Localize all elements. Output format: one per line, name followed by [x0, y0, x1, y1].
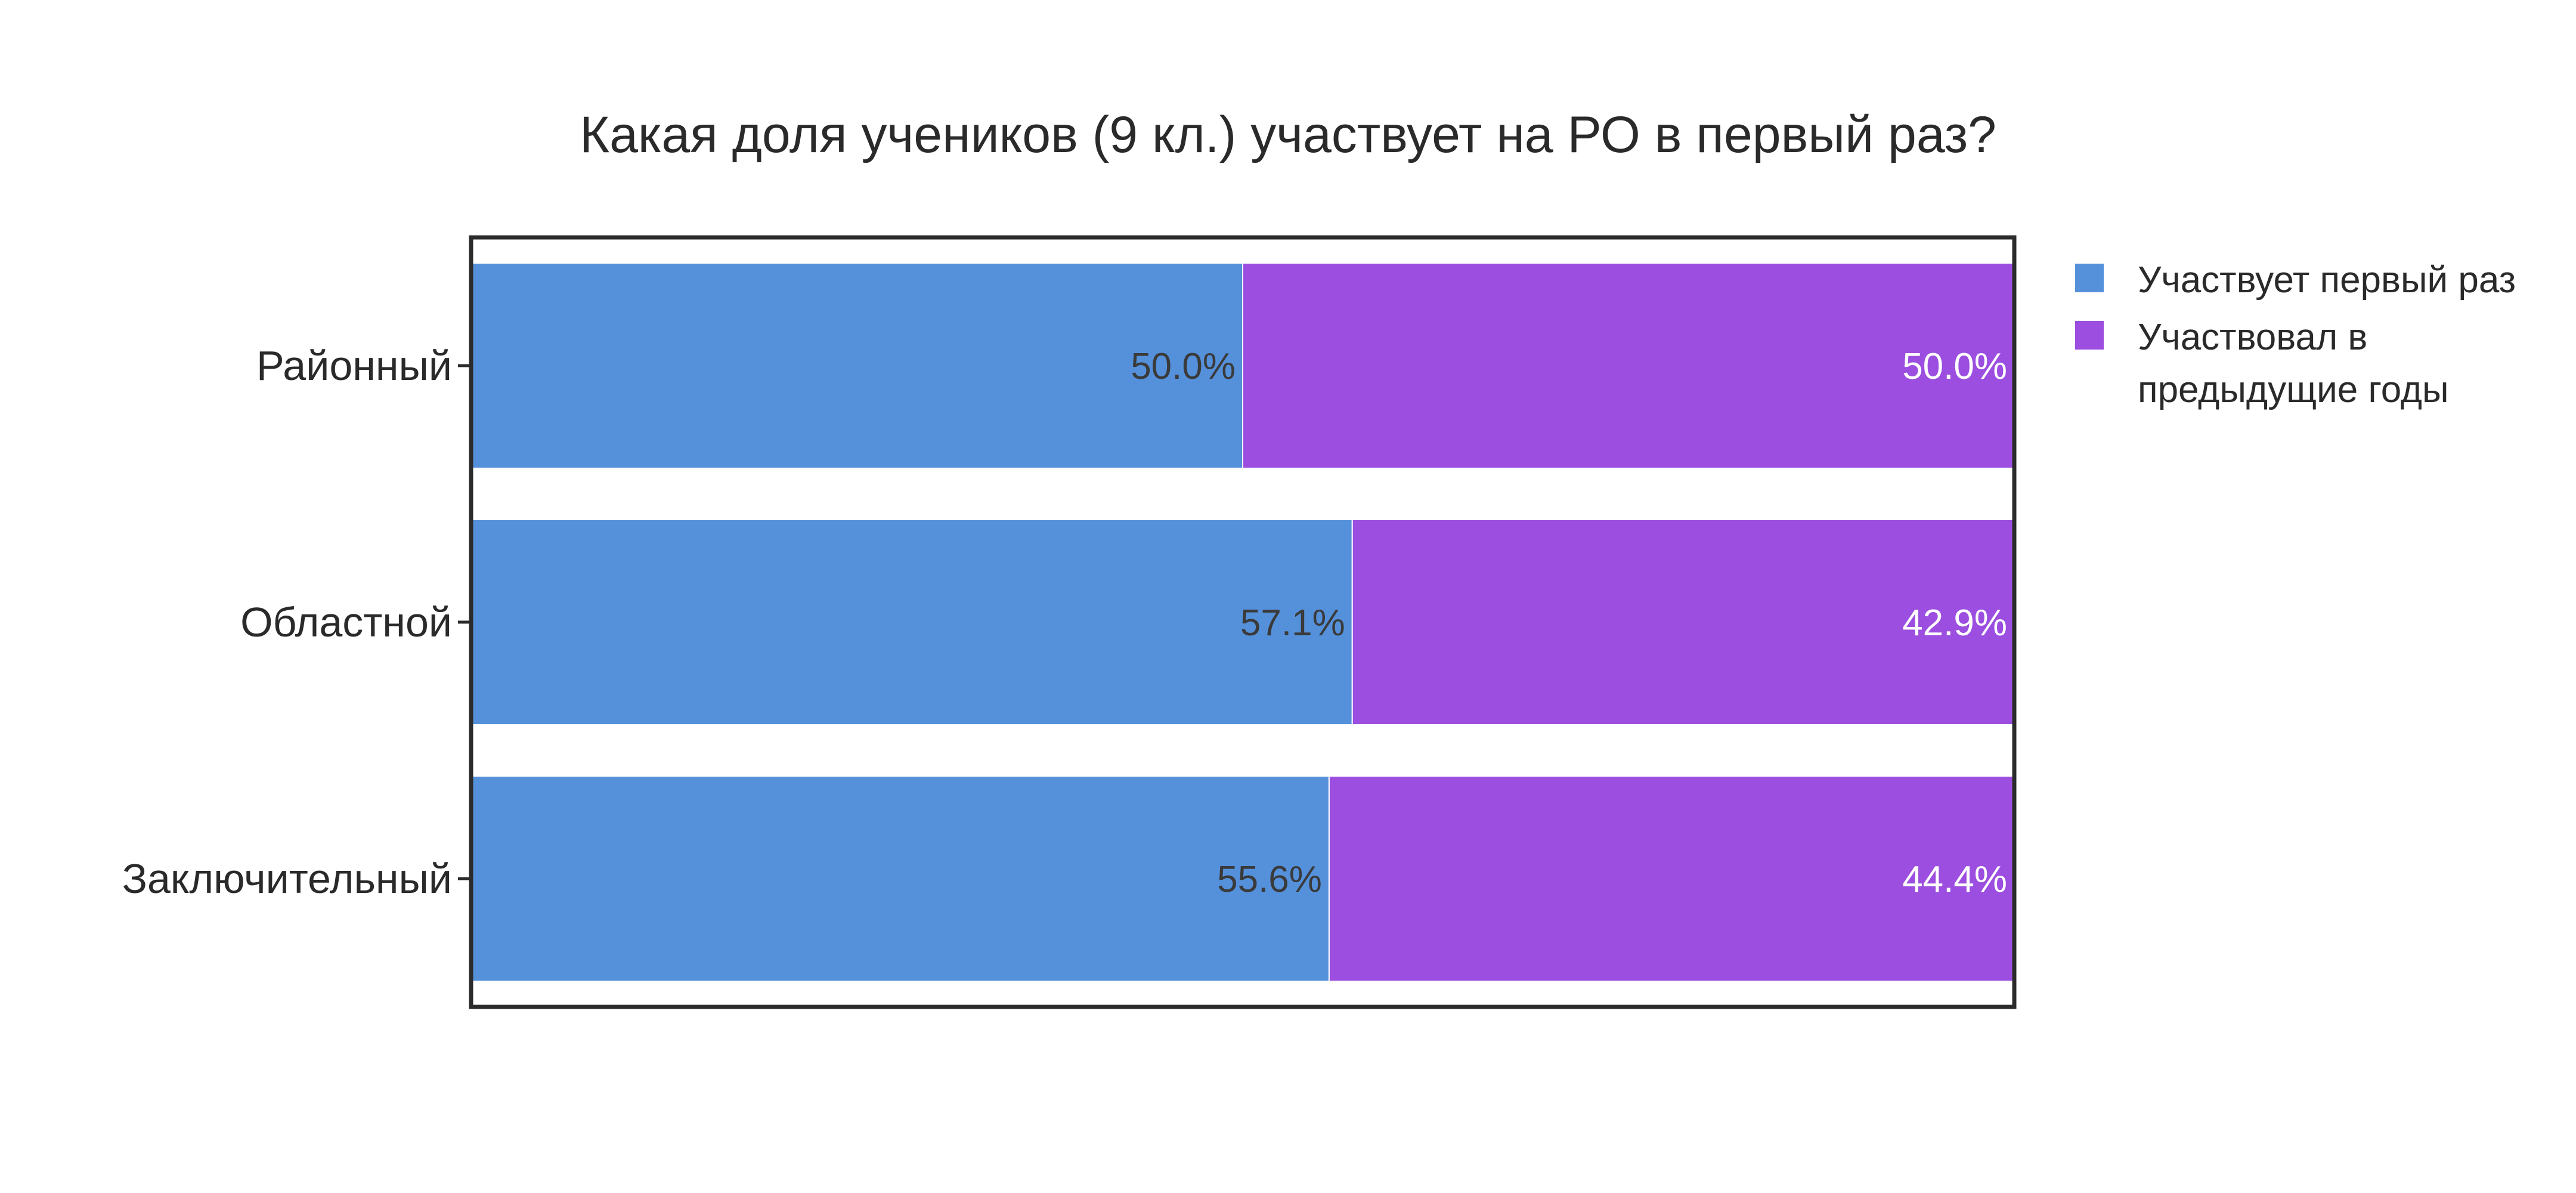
value-label-1-2: 57.1% [1240, 602, 1345, 644]
value-label-2-2: 42.9% [1902, 602, 2007, 644]
bar-segment-2-1 [1242, 262, 2015, 469]
bar-segment-1-3 [470, 775, 1330, 982]
category-label-1: Районный [256, 342, 452, 389]
value-label-1-3: 55.6% [1217, 859, 1322, 900]
stacked-bar-chart: Какая доля учеников (9 кл.) участвует на… [0, 0, 2576, 1193]
category-label-2: Областной [240, 599, 452, 645]
value-label-2-3: 44.4% [1902, 859, 2007, 900]
bar-segment-1-1 [470, 262, 1243, 469]
legend-label-1: Участвует первый раз [2138, 259, 2516, 301]
legend-swatch-1 [2075, 264, 2104, 292]
value-label-1-1: 50.0% [1131, 346, 1236, 387]
category-label-3: Заключительный [122, 855, 452, 902]
bar-segment-1-2 [470, 519, 1353, 725]
value-label-2-1: 50.0% [1902, 346, 2007, 387]
chart-title: Какая доля учеников (9 кл.) участвует на… [580, 106, 1996, 163]
legend-swatch-2 [2075, 321, 2104, 350]
